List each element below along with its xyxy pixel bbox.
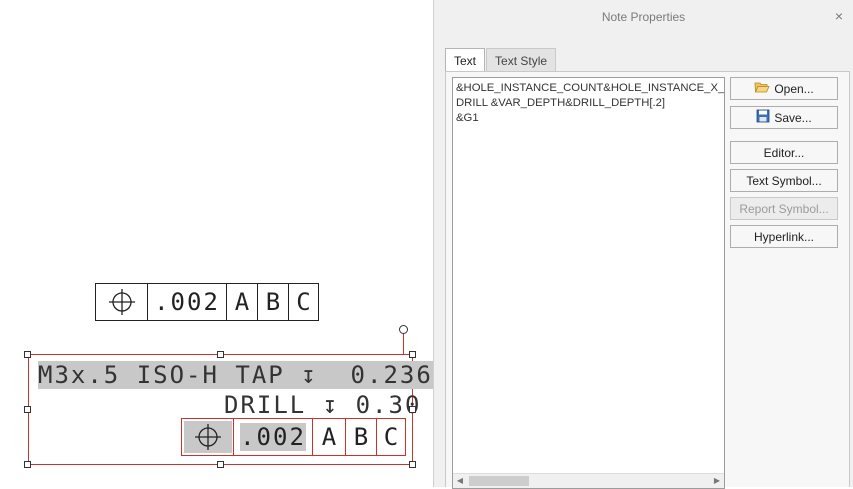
open-button[interactable]: Open... bbox=[730, 77, 838, 100]
save-button[interactable]: Save... bbox=[730, 106, 838, 129]
resize-handle-top-right[interactable] bbox=[409, 351, 416, 358]
horizontal-scrollbar[interactable]: ◀ ▶ bbox=[453, 473, 724, 488]
open-button-label: Open... bbox=[774, 81, 814, 96]
drawing-canvas[interactable]: .002 A B C M3x.5 ISO-H TAP ↧ 0.236 DRILL… bbox=[0, 0, 433, 487]
fcf-tolerance-text: .002 bbox=[240, 423, 306, 451]
tab-text[interactable]: Text bbox=[445, 48, 486, 72]
note-text-line-1: &HOLE_INSTANCE_COUNT&HOLE_INSTANCE_X_S bbox=[456, 82, 725, 94]
close-icon[interactable]: × bbox=[835, 8, 843, 24]
note-text-editor[interactable]: &HOLE_INSTANCE_COUNT&HOLE_INSTANCE_X_S D… bbox=[452, 77, 725, 489]
scrollbar-thumb[interactable] bbox=[469, 476, 529, 486]
note-text-line-2: DRILL &VAR_DEPTH&DRILL_DEPTH[.2] bbox=[456, 97, 666, 109]
dialog-titlebar[interactable]: Note Properties × bbox=[434, 0, 853, 34]
fcf-tolerance: .002 bbox=[147, 284, 226, 320]
fcf-datum-a: A bbox=[226, 284, 257, 320]
fcf-datum-c: C bbox=[288, 284, 318, 320]
fcf-datum-c: C bbox=[376, 419, 405, 455]
fcf-tolerance: .002 bbox=[233, 419, 312, 455]
text-tab-panel: &HOLE_INSTANCE_COUNT&HOLE_INSTANCE_X_S D… bbox=[445, 71, 850, 489]
text-symbol-button[interactable]: Text Symbol... bbox=[730, 169, 838, 192]
dialog-title: Note Properties bbox=[601, 10, 686, 24]
hyperlink-button[interactable]: Hyperlink... bbox=[730, 225, 838, 248]
position-symbol-icon bbox=[182, 419, 233, 455]
tab-bar: Text Text Style bbox=[445, 48, 557, 72]
save-button-label: Save... bbox=[774, 110, 812, 125]
note-thread-text: M3x.5 ISO-H bbox=[38, 361, 219, 389]
fcf-datum-b: B bbox=[257, 284, 288, 320]
resize-handle-middle-right[interactable] bbox=[409, 406, 416, 413]
resize-handle-top-center[interactable] bbox=[217, 351, 224, 358]
feature-control-frame-top[interactable]: .002 A B C bbox=[95, 283, 319, 321]
note-tap-depth-text: TAP ↧ 0.236 bbox=[218, 361, 433, 389]
fcf-datum-b: B bbox=[345, 419, 376, 455]
editor-button[interactable]: Editor... bbox=[730, 141, 838, 164]
position-symbol-icon bbox=[96, 284, 147, 320]
rotation-handle[interactable] bbox=[399, 325, 408, 334]
feature-control-frame-note[interactable]: .002 A B C bbox=[181, 418, 406, 456]
resize-handle-bottom-left[interactable] bbox=[24, 461, 31, 468]
rotation-handle-line bbox=[403, 333, 404, 355]
note-line-1: M3x.5 ISO-H TAP ↧ 0.236 bbox=[38, 361, 433, 389]
fcf-datum-a: A bbox=[312, 419, 345, 455]
note-line-2: DRILL ↧ 0.30 bbox=[224, 391, 422, 419]
note-properties-dialog: Note Properties × Text Text Style &HOLE_… bbox=[433, 0, 853, 489]
tab-text-style[interactable]: Text Style bbox=[486, 48, 557, 72]
floppy-disk-icon bbox=[756, 109, 770, 126]
report-symbol-button[interactable]: Report Symbol... bbox=[730, 197, 838, 220]
resize-handle-bottom-right[interactable] bbox=[409, 461, 416, 468]
scroll-right-icon[interactable]: ▶ bbox=[710, 474, 724, 488]
resize-handle-top-left[interactable] bbox=[24, 351, 31, 358]
resize-handle-bottom-center[interactable] bbox=[217, 461, 224, 468]
folder-open-icon bbox=[754, 80, 770, 97]
note-text-line-3: &G1 bbox=[456, 112, 479, 124]
scroll-left-icon[interactable]: ◀ bbox=[453, 474, 467, 488]
resize-handle-middle-left[interactable] bbox=[24, 406, 31, 413]
